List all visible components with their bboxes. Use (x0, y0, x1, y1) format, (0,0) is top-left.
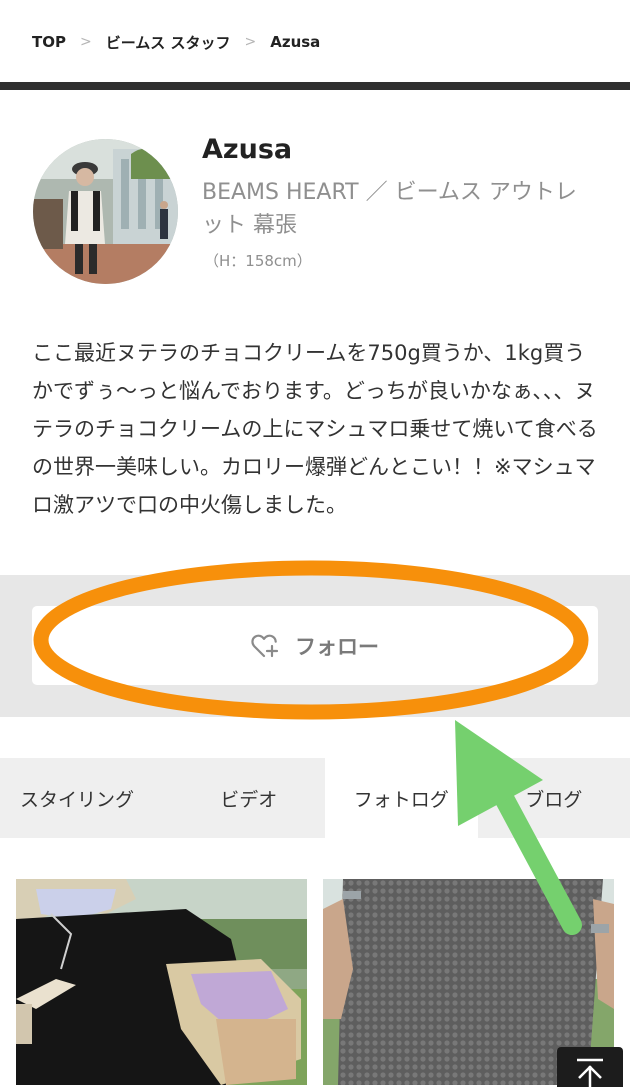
tab-photolog[interactable]: フォトログ (325, 758, 478, 838)
photolog-item[interactable] (16, 879, 307, 1085)
tab-blog[interactable]: ブログ (478, 758, 630, 838)
profile-shop: BEAMS HEART ／ ビームス アウトレット 幕張 (202, 176, 592, 242)
follow-button[interactable]: フォロー (32, 606, 598, 685)
back-to-top-button[interactable] (557, 1047, 623, 1087)
breadcrumb-top-link[interactable]: TOP (32, 33, 66, 51)
breadcrumb-current: Azusa (270, 33, 320, 51)
avatar (33, 139, 178, 284)
profile-description: ここ最近ヌテラのチョコクリームを750g買うか、1kg買うかでずぅ〜っと悩んでお… (32, 334, 602, 524)
follow-button-label: フォロー (295, 631, 379, 661)
breadcrumb-separator: > (80, 34, 92, 50)
breadcrumb: TOP > ビームス スタッフ > Azusa (32, 28, 320, 56)
header-divider (0, 82, 630, 90)
breadcrumb-separator: > (245, 34, 257, 50)
tab-video[interactable]: ビデオ (173, 758, 326, 838)
arrow-up-to-top-icon (557, 1047, 623, 1087)
profile-name: Azusa (202, 134, 292, 165)
content-tabs: スタイリング ビデオ フォトログ ブログ (0, 758, 630, 838)
tab-styling[interactable]: スタイリング (0, 758, 173, 838)
heart-plus-icon (251, 633, 279, 659)
breadcrumb-staff-link[interactable]: ビームス スタッフ (106, 32, 231, 53)
profile-height: （H：158cm） (204, 250, 312, 271)
